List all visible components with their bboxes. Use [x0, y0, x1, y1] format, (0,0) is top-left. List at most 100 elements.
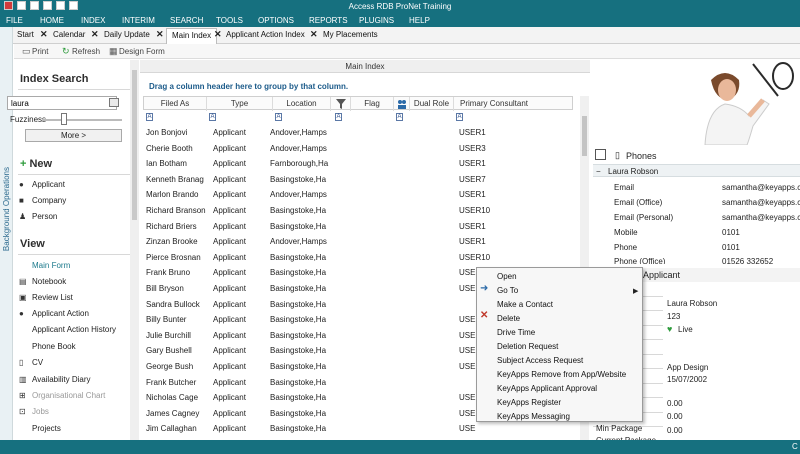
view-main-form[interactable]: Main Form: [19, 261, 70, 270]
document-icon: ▯: [19, 358, 24, 367]
view-availability-diary-label: Availability Diary: [32, 375, 91, 384]
group-by-hint[interactable]: Drag a column header here to group by th…: [149, 82, 348, 91]
cell-location: Andover,Hamps: [270, 237, 327, 247]
scrollbar-thumb[interactable]: [132, 70, 137, 220]
close-icon[interactable]: ✕: [91, 29, 99, 40]
cell-primary-consultant: USER7: [459, 174, 486, 184]
cell-primary-consultant: USE: [459, 362, 476, 371]
phones-tab[interactable]: Phones: [626, 151, 657, 161]
search-options-icon[interactable]: [109, 98, 119, 107]
view-cv[interactable]: ▯ CV: [19, 358, 43, 367]
menu-options[interactable]: OPTIONS: [258, 16, 294, 25]
filter-cell-icon[interactable]: A: [275, 113, 282, 121]
cell-primary-consultant: USER1: [459, 159, 486, 169]
menu-interim[interactable]: INTERIM: [122, 16, 155, 25]
search-input[interactable]: [7, 96, 117, 110]
notebook-icon: ▤: [19, 277, 27, 286]
column-header-type[interactable]: Type: [207, 97, 273, 111]
cell-location: Basingstoke,Ha: [270, 362, 327, 371]
tab-calendar[interactable]: Calendar: [53, 30, 85, 39]
view-availability-diary[interactable]: ▥ Availability Diary: [19, 375, 91, 384]
view-applicant-action-history[interactable]: Applicant Action History: [19, 325, 116, 334]
view-review-list[interactable]: ▣ Review List: [19, 293, 73, 302]
column-header-flag[interactable]: Flag: [351, 97, 394, 111]
cell-location: Basingstoke,Ha: [270, 393, 327, 403]
menu-item-make-a-contact[interactable]: Make a Contact: [497, 300, 553, 309]
column-headers: Filed As Type Location Flag Dual Role Pr…: [143, 96, 573, 111]
menu-item-subject-access-request[interactable]: Subject Access Request: [497, 356, 583, 365]
applicant-app-design: App Design: [667, 363, 709, 372]
filter-cell-icon[interactable]: A: [456, 113, 463, 121]
menu-tools[interactable]: TOOLS: [216, 16, 243, 25]
view-phone-book[interactable]: Phone Book: [19, 342, 76, 351]
fuzziness-slider-thumb[interactable]: [61, 113, 67, 125]
phones-person-row[interactable]: − Laura Robson: [593, 164, 800, 177]
menu-item-deletion-request[interactable]: Deletion Request: [497, 342, 558, 351]
print-button[interactable]: ▭Print: [22, 46, 48, 57]
filter-cell-icon[interactable]: A: [209, 113, 216, 121]
view-organisational-chart[interactable]: ⊞ Organisational Chart: [19, 391, 105, 400]
cell-filed-as: Marlon Brando: [146, 190, 199, 200]
column-header-location[interactable]: Location: [273, 97, 331, 111]
menu-index[interactable]: INDEX: [81, 16, 105, 25]
people-icon[interactable]: [394, 97, 410, 111]
view-applicant-action[interactable]: ● Applicant Action: [19, 309, 89, 318]
column-header-filed-as[interactable]: Filed As: [144, 97, 207, 111]
menu-item-drive-time[interactable]: Drive Time: [497, 328, 535, 337]
close-icon[interactable]: ✕: [310, 29, 318, 40]
design-form-button[interactable]: ▦Design Form: [109, 46, 165, 57]
menu-search[interactable]: SEARCH: [170, 16, 203, 25]
cell-location: Andover,Hamps: [270, 128, 327, 137]
cell-type: Applicant: [213, 252, 246, 262]
tab-daily-update[interactable]: Daily Update: [104, 30, 150, 39]
filter-cell-icon[interactable]: A: [335, 113, 342, 121]
tab-main-index[interactable]: Main Index: [166, 28, 218, 44]
filter-cell-icon[interactable]: A: [396, 113, 403, 121]
scrollbar-thumb[interactable]: [582, 116, 587, 156]
tab-start[interactable]: Start: [17, 30, 34, 39]
view-review-list-label: Review List: [32, 293, 73, 302]
panel-toggle-icon[interactable]: [595, 149, 606, 160]
left-panel-scrollbar[interactable]: [130, 60, 139, 440]
menu-plugins[interactable]: PLUGINS: [359, 16, 394, 25]
cell-location: Basingstoke,Ha: [270, 299, 327, 309]
new-applicant[interactable]: ● Applicant: [19, 180, 65, 189]
cell-type: Applicant: [213, 143, 246, 153]
menu-reports[interactable]: REPORTS: [309, 16, 348, 25]
close-icon[interactable]: ✕: [156, 29, 164, 40]
menu-item-keyapps-messaging[interactable]: KeyApps Messaging: [497, 412, 570, 421]
minus-icon[interactable]: −: [596, 167, 601, 176]
view-notebook[interactable]: ▤ Notebook: [19, 277, 66, 286]
filter-funnel-icon[interactable]: [331, 97, 351, 111]
menu-help[interactable]: HELP: [409, 16, 430, 25]
more-button[interactable]: More >: [25, 129, 122, 142]
background-operations-strip[interactable]: Background Operations: [0, 27, 13, 440]
close-icon[interactable]: ✕: [40, 29, 48, 40]
refresh-button[interactable]: ↻ Refresh: [62, 46, 100, 57]
tab-applicant-action-index[interactable]: Applicant Action Index: [226, 30, 305, 39]
new-applicant-label: Applicant: [32, 180, 65, 189]
field-value: 0101: [722, 228, 740, 237]
tab-my-placements[interactable]: My Placements: [323, 30, 378, 39]
column-header-dual-role[interactable]: Dual Role: [410, 97, 454, 111]
view-projects[interactable]: Projects: [19, 424, 61, 433]
fuzziness-slider-track[interactable]: [42, 119, 122, 121]
field-value: samantha@keyapps.co: [722, 198, 800, 207]
menu-file[interactable]: FILE: [6, 16, 23, 25]
cell-filed-as: Julie Burchill: [146, 330, 191, 340]
view-jobs[interactable]: ⊡ Jobs: [19, 407, 49, 416]
new-company[interactable]: ■ Company: [19, 196, 66, 205]
menu-item-keyapps-applicant-approval[interactable]: KeyApps Applicant Approval: [497, 384, 597, 393]
cell-primary-consultant: USER1: [459, 221, 486, 231]
cell-primary-consultant: USE: [459, 346, 476, 356]
menu-item-keyapps-remove[interactable]: KeyApps Remove from App/Website: [497, 370, 626, 379]
menu-item-open[interactable]: Open: [497, 272, 517, 281]
column-header-primary-consultant[interactable]: Primary Consultant: [454, 97, 534, 111]
new-person[interactable]: ♟ Person: [19, 212, 57, 221]
close-icon[interactable]: ✕: [214, 29, 222, 40]
menu-home[interactable]: HOME: [40, 16, 64, 25]
filter-cell-icon[interactable]: A: [146, 113, 153, 121]
menu-item-keyapps-register[interactable]: KeyApps Register: [497, 398, 561, 407]
menu-item-go-to[interactable]: Go To: [497, 286, 518, 295]
menu-item-delete[interactable]: Delete: [497, 314, 520, 323]
